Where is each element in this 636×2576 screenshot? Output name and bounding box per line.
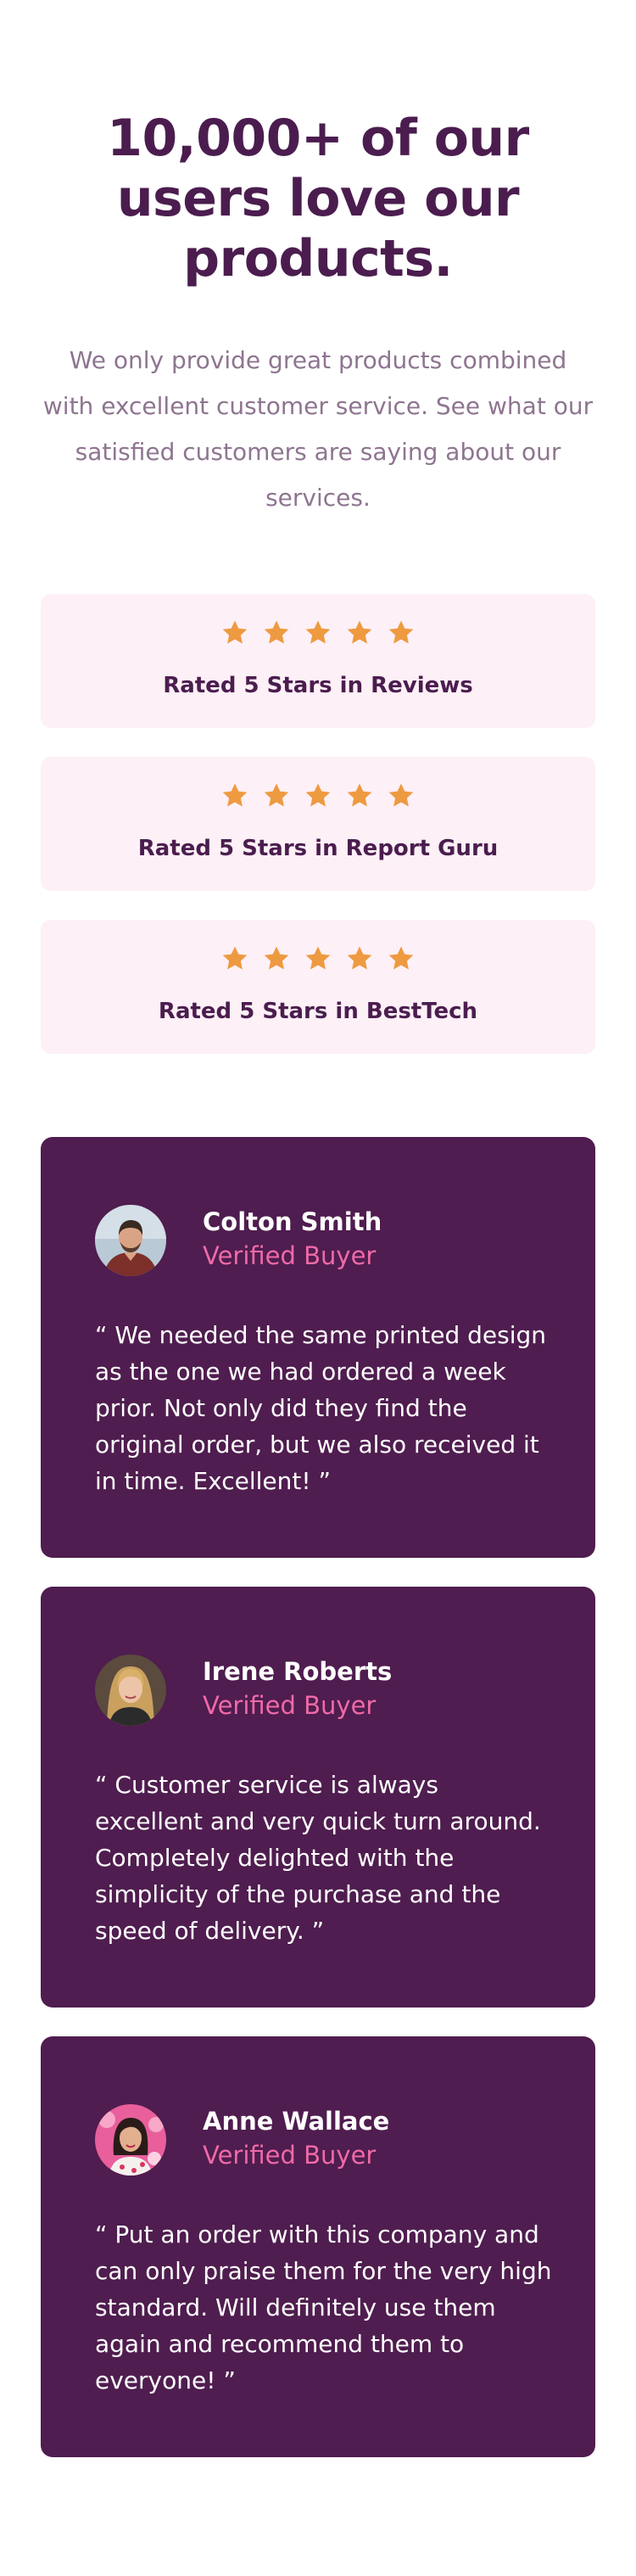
page-title: 10,000+ of our users love our products. <box>107 109 529 288</box>
star-icon <box>346 782 373 809</box>
testimonial-quote: “ Customer service is always excellent a… <box>95 1771 541 1945</box>
reviewer-name: Anne Wallace <box>203 2107 390 2136</box>
rating-label: Rated 5 Stars in Reviews <box>163 673 473 698</box>
testimonials-page: 10,000+ of our users love our products. … <box>0 0 636 2576</box>
star-icon <box>263 619 290 647</box>
reviewer-name: Colton Smith <box>203 1207 382 1236</box>
star-icon <box>346 945 373 972</box>
avatar-anne-wallace-icon <box>95 2104 166 2176</box>
testimonial-card-colton-smith: Colton Smith Verified Buyer “ We needed … <box>41 1137 595 1558</box>
reviewer-name: Irene Roberts <box>203 1657 393 1686</box>
avatar <box>95 1205 166 1276</box>
star-icon <box>221 945 248 972</box>
star-icon <box>388 782 415 809</box>
avatar-irene-roberts-icon <box>95 1655 166 1726</box>
star-icon <box>221 782 248 809</box>
rating-label: Rated 5 Stars in BestTech <box>158 999 478 1024</box>
testimonial-quote: “ We needed the same printed design as t… <box>95 1321 547 1495</box>
testimonial-quote: “ Put an order with this company and can… <box>95 2220 552 2394</box>
star-icon <box>388 619 415 647</box>
rating-card-report-guru: Rated 5 Stars in Report Guru <box>41 757 595 891</box>
star-icon <box>388 945 415 972</box>
page-subtitle: We only provide great products combined … <box>42 346 594 512</box>
star-icon <box>304 782 332 809</box>
testimonial-card-anne-wallace: Anne Wallace Verified Buyer “ Put an ord… <box>41 2036 595 2457</box>
star-icon <box>263 945 290 972</box>
star-icon <box>263 782 290 809</box>
star-rating <box>41 619 595 647</box>
verified-buyer-label: Verified Buyer <box>203 1691 377 1720</box>
star-icon <box>221 619 248 647</box>
verified-buyer-label: Verified Buyer <box>203 2141 377 2170</box>
verified-buyer-label: Verified Buyer <box>203 1241 377 1270</box>
star-rating <box>41 945 595 972</box>
star-icon <box>346 619 373 647</box>
star-rating <box>41 782 595 809</box>
testimonial-card-irene-roberts: Irene Roberts Verified Buyer “ Customer … <box>41 1587 595 2008</box>
avatar <box>95 1655 166 1726</box>
star-icon <box>304 619 332 647</box>
avatar-colton-smith-icon <box>95 1205 166 1276</box>
rating-card-reviews: Rated 5 Stars in Reviews <box>41 594 595 728</box>
avatar <box>95 2104 166 2176</box>
star-icon <box>304 945 332 972</box>
rating-label: Rated 5 Stars in Report Guru <box>137 836 499 861</box>
rating-card-besttech: Rated 5 Stars in BestTech <box>41 920 595 1054</box>
